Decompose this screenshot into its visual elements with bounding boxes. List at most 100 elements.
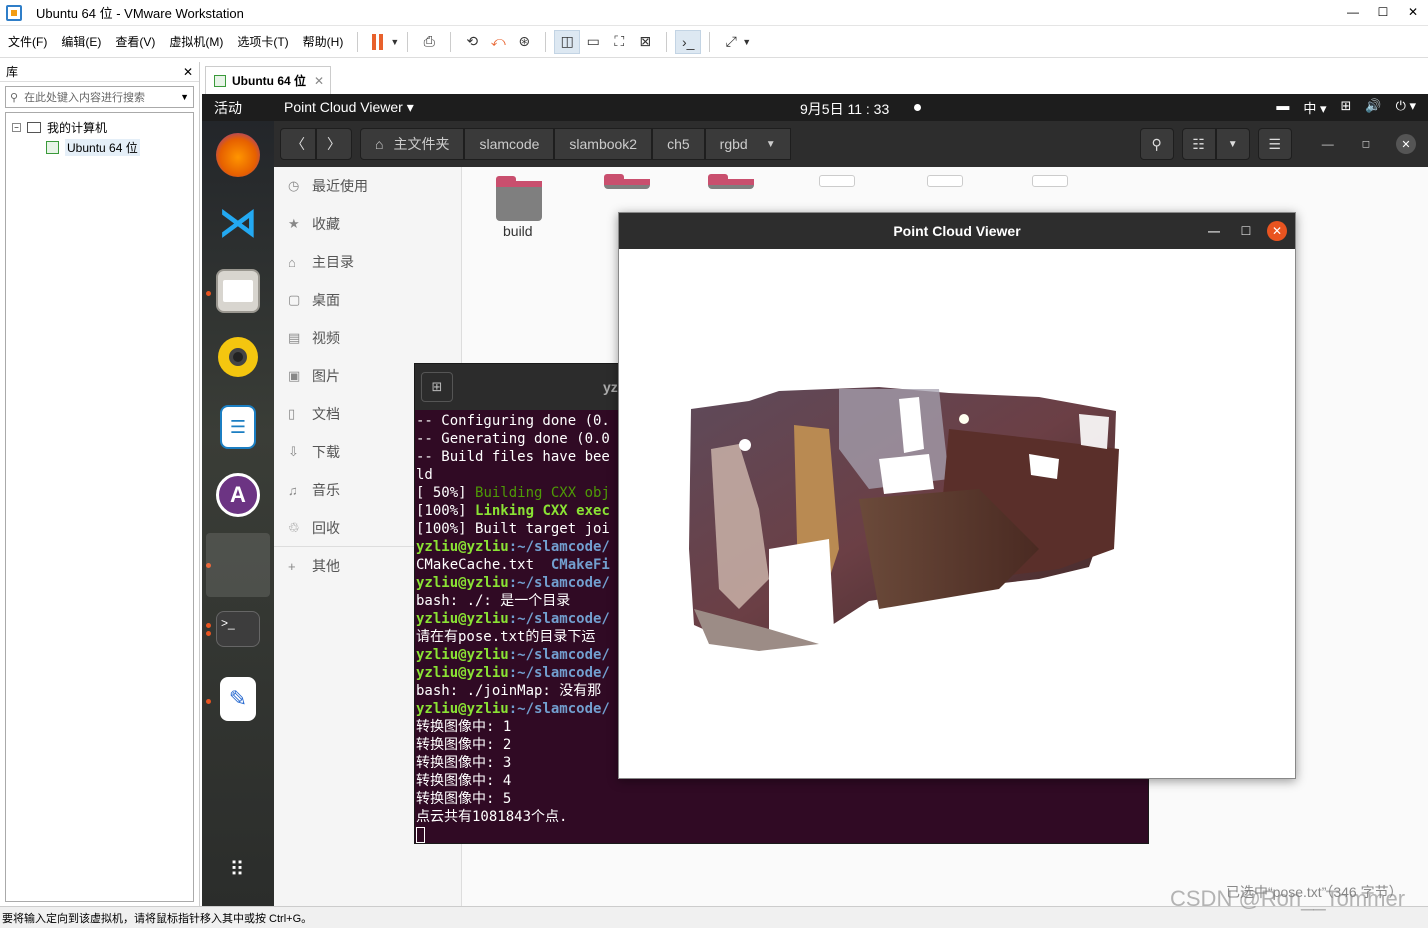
text-editor-icon[interactable]: ✎ [220, 677, 256, 721]
menu-tabs[interactable]: 选项卡(T) [231, 33, 294, 50]
show-library-icon[interactable]: ◫ [554, 29, 581, 54]
sidebar-item-desktop[interactable]: ▢ 桌面 [274, 281, 461, 319]
breadcrumb-home[interactable]: ⌂ 主文件夹 [360, 128, 465, 160]
ubuntu-screen[interactable]: 活动 Point Cloud Viewer ▾ 9月5日 11 : 33 ▬ 中… [202, 94, 1428, 906]
revert-snapshot-icon[interactable]: ⤺ [485, 30, 511, 54]
view-options-icon[interactable]: ▼ [1215, 128, 1250, 160]
stretch-guest-icon[interactable]: ⤢ [718, 30, 744, 54]
vscode-icon[interactable]: ⋊ [216, 201, 260, 245]
pause-icon [372, 33, 386, 50]
chevron-down-icon[interactable]: ▼ [742, 37, 751, 47]
maximize-icon[interactable]: ☐ [1368, 0, 1398, 24]
back-button[interactable]: 〈 [280, 128, 316, 160]
snapshot-manager-icon[interactable]: ⊛ [511, 30, 537, 54]
point-cloud-canvas[interactable] [619, 249, 1295, 778]
folder-icon[interactable] [604, 174, 650, 189]
tree-item-my-computer[interactable]: − 我的计算机 [12, 117, 187, 137]
show-applications-icon[interactable]: ⠿ [216, 847, 260, 891]
menu-edit[interactable]: 编辑(E) [55, 33, 107, 50]
close-icon[interactable]: ✕ [1396, 134, 1416, 154]
running-indicator [206, 291, 211, 296]
power-icon[interactable]: ⏻ ▾ [1396, 98, 1416, 117]
system-tray: ▬ 中 ▾ ⊞ 🔊 ⏻ ▾ [1276, 98, 1416, 117]
breadcrumb-rgbd[interactable]: rgbd ▼ [704, 128, 791, 160]
file-icon[interactable] [927, 175, 963, 187]
tree-item-label: 我的计算机 [47, 120, 108, 135]
folder-label[interactable]: build [503, 223, 533, 239]
chevron-down-icon[interactable]: ▼ [180, 92, 189, 102]
input-method-label: 中 [1303, 101, 1317, 116]
tree-item-ubuntu[interactable]: Ubuntu 64 位 [12, 137, 187, 157]
home-icon: ⌂ [288, 254, 296, 270]
network-icon[interactable]: ⊞ [1340, 98, 1351, 117]
sidebar-item-label: 桌面 [312, 292, 340, 308]
sidebar-item-starred[interactable]: ★ 收藏 [274, 205, 461, 243]
snapshot-icon[interactable]: ⟲ [459, 30, 485, 54]
minimize-icon[interactable]: — [1322, 137, 1334, 151]
point-cloud-viewer-window[interactable]: Point Cloud Viewer — ☐ ✕ [618, 212, 1296, 779]
clock[interactable]: 9月5日 11 : 33 [800, 99, 889, 119]
console-view-icon[interactable]: ›_ [675, 29, 702, 54]
point-cloud-viewer-dock-icon[interactable] [206, 533, 270, 597]
collapse-icon[interactable]: − [12, 122, 21, 132]
minimize-icon[interactable]: — [1338, 0, 1368, 24]
sidebar-item-home[interactable]: ⌂ 主目录 [274, 243, 461, 281]
chevron-down-icon[interactable]: ▼ [390, 37, 399, 47]
terminal-text: :~/slamcode/ [508, 611, 610, 627]
picture-icon: ▣ [288, 368, 301, 383]
star-icon: ★ [288, 216, 300, 231]
volume-icon[interactable]: 🔊 [1365, 98, 1381, 117]
video-icon: ▤ [288, 330, 301, 345]
maximize-icon[interactable]: ☐ [1235, 220, 1257, 242]
folder-icon[interactable] [496, 176, 542, 221]
clock-icon: ◷ [288, 178, 300, 193]
running-indicator [206, 631, 211, 636]
input-method[interactable]: 中 ▾ [1303, 98, 1326, 117]
sidebar-item-recent[interactable]: ◷ 最近使用 [274, 167, 461, 205]
vmware-app-icon [6, 4, 22, 21]
menu-view[interactable]: 查看(V) [109, 33, 161, 50]
breadcrumb-ch5[interactable]: ch5 [652, 128, 705, 160]
breadcrumb-slamcode[interactable]: slamcode [464, 128, 555, 160]
terminal-text: yzliu@yzliu [416, 665, 509, 681]
keyboard-icon[interactable]: ▬ [1276, 98, 1289, 117]
search-button[interactable]: ⚲ [1139, 128, 1174, 160]
rhythmbox-icon[interactable] [218, 337, 258, 377]
pause-button[interactable] [366, 30, 392, 54]
close-icon[interactable]: ✕ [1267, 221, 1287, 241]
library-search-input[interactable]: ⚲ 在此处键入内容进行搜索 ▼ [5, 86, 194, 108]
maximize-icon[interactable]: ◻ [1362, 139, 1370, 150]
full-screen-icon[interactable]: ⛶ [606, 30, 632, 54]
close-icon[interactable]: ✕ [1398, 0, 1428, 24]
writer-icon[interactable]: ☰ [220, 405, 256, 449]
file-icon[interactable] [819, 175, 855, 187]
app-menu[interactable]: Point Cloud Viewer ▾ [284, 99, 414, 116]
terminal-icon[interactable]: >_ [216, 611, 260, 647]
send-ctrl-alt-del-icon[interactable]: ⎙ [416, 30, 442, 54]
vm-tab[interactable]: Ubuntu 64 位 ✕ [205, 66, 331, 94]
breadcrumb-label: rgbd [719, 136, 748, 152]
new-tab-icon[interactable]: ⊞ [421, 372, 453, 402]
terminal-cursor [416, 827, 425, 843]
hamburger-menu-icon[interactable]: ☰ [1257, 128, 1292, 160]
forward-button[interactable]: 〉 [316, 128, 352, 160]
menu-file[interactable]: 文件(F) [2, 33, 53, 50]
close-icon[interactable]: ✕ [183, 65, 193, 79]
sidebar-item-videos[interactable]: ▤ 视频 [274, 319, 461, 357]
file-icon[interactable] [1032, 175, 1068, 187]
minimize-icon[interactable]: — [1203, 220, 1225, 242]
thumbnail-bar-icon[interactable]: ▭ [580, 30, 606, 54]
software-icon[interactable]: A [216, 473, 260, 517]
menu-bar: 文件(F) 编辑(E) 查看(V) 虚拟机(M) 选项卡(T) 帮助(H) ▼ … [0, 26, 1428, 58]
terminal-text: yzliu@yzliu [416, 647, 509, 663]
breadcrumb-slambook2[interactable]: slambook2 [554, 128, 653, 160]
menu-vm[interactable]: 虚拟机(M) [163, 33, 229, 50]
unity-icon[interactable]: ⊠ [632, 30, 658, 54]
files-icon[interactable] [216, 269, 260, 313]
menu-help[interactable]: 帮助(H) [297, 33, 350, 50]
firefox-icon[interactable] [216, 133, 260, 177]
list-view-icon[interactable]: ☷ [1181, 128, 1216, 160]
folder-icon[interactable] [708, 174, 754, 189]
close-tab-icon[interactable]: ✕ [314, 74, 324, 88]
activities-button[interactable]: 活动 [214, 98, 242, 118]
